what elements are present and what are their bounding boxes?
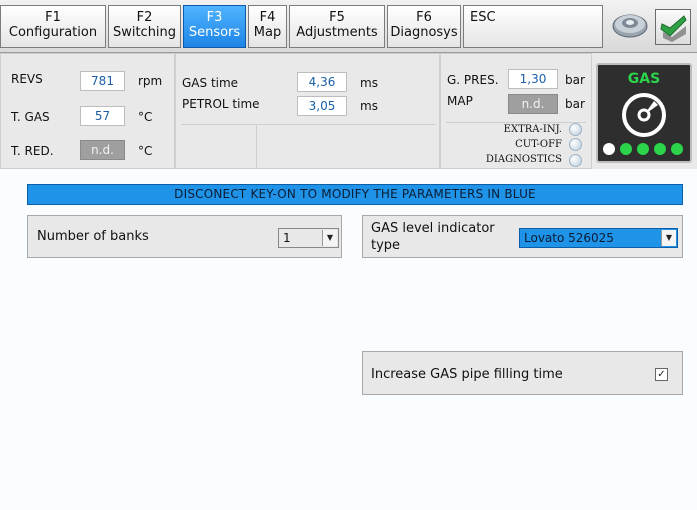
- gas-level-select[interactable]: Lovato 526025 ▼: [519, 228, 678, 248]
- banks-select-value: 1: [283, 231, 291, 245]
- gas-switch-icon: [622, 93, 666, 137]
- extra-inj-label: EXTRA-INJ.: [503, 124, 562, 135]
- gas-level-select-value: Lovato 526025: [524, 231, 614, 245]
- tab-key: F3: [206, 10, 223, 25]
- confirm-button[interactable]: [655, 9, 691, 45]
- gas-level-indicator-row: GAS level indicator type Lovato 526025 ▼: [362, 215, 683, 258]
- petrol-time-value: 3,05: [297, 96, 347, 116]
- pressure-group: G. PRES. 1,30 bar MAP n.d. bar EXTRA-INJ…: [440, 53, 592, 169]
- t-gas-label: T. GAS: [11, 110, 50, 124]
- pipe-filling-row: Increase GAS pipe filling time ✓: [362, 351, 683, 395]
- revs-unit: rpm: [138, 74, 163, 88]
- cut-off-label: CUT-OFF: [515, 139, 562, 150]
- tab-map[interactable]: F4 Map: [248, 5, 287, 48]
- tab-label: Map: [253, 25, 282, 40]
- banks-label: Number of banks: [37, 229, 149, 244]
- gas-level-label-line2: type: [371, 238, 401, 253]
- diagnostics-led: [569, 154, 582, 167]
- level-dot-5: [671, 143, 683, 155]
- checkmark-icon: [660, 15, 687, 42]
- tab-diagnosys[interactable]: F6 Diagnosys: [387, 5, 461, 48]
- tab-esc[interactable]: ESC: [463, 5, 603, 48]
- level-dot-4: [654, 143, 666, 155]
- cut-off-led: [569, 138, 582, 151]
- gas-time-label: GAS time: [182, 76, 239, 90]
- tab-adjustments[interactable]: F5 Adjustments: [289, 5, 385, 48]
- sensors-panel: REVS 781 rpm T. GAS 57 °C T. RED. n.d. °…: [0, 53, 697, 169]
- revs-label: REVS: [11, 72, 43, 86]
- chevron-down-icon: ▼: [661, 230, 676, 246]
- tab-configuration[interactable]: F1 Configuration: [0, 5, 106, 48]
- gas-time-unit: ms: [360, 76, 378, 90]
- divider: [446, 122, 586, 123]
- diagnostics-label: DIAGNOSTICS: [485, 154, 562, 165]
- chevron-down-icon: ▼: [322, 230, 337, 246]
- tab-key: ESC: [470, 10, 496, 25]
- pipe-filling-label: Increase GAS pipe filling time: [371, 367, 563, 382]
- injection-time-group: GAS time 4,36 ms PETROL time 3,05 ms: [175, 53, 440, 169]
- tab-key: F4: [259, 10, 276, 25]
- petrol-time-label: PETROL time: [182, 97, 260, 111]
- tab-sensors[interactable]: F3 Sensors: [183, 5, 246, 48]
- extra-inj-led: [569, 123, 582, 136]
- petrol-time-unit: ms: [360, 99, 378, 113]
- g-pres-unit: bar: [565, 73, 585, 87]
- tab-key: F2: [136, 10, 153, 25]
- number-of-banks-row: Number of banks 1 ▼: [27, 215, 342, 258]
- tab-switching[interactable]: F2 Switching: [108, 5, 181, 48]
- tab-key: F5: [329, 10, 345, 25]
- gas-level-label-line1: GAS level indicator: [371, 221, 495, 236]
- tab-label: Configuration: [8, 25, 98, 40]
- map-label: MAP: [447, 94, 473, 108]
- tab-label: Diagnosys: [390, 25, 458, 40]
- divider: [181, 124, 436, 125]
- divider: [256, 124, 257, 169]
- info-banner: DISCONECT KEY-ON TO MODIFY THE PARAMETER…: [27, 184, 683, 205]
- banks-select[interactable]: 1 ▼: [278, 228, 339, 248]
- tab-label: Sensors: [188, 25, 241, 40]
- g-pres-label: G. PRES.: [447, 73, 499, 87]
- tab-label: Switching: [112, 25, 177, 40]
- gas-status-label: GAS: [627, 71, 661, 87]
- engine-sensors-group: REVS 781 rpm T. GAS 57 °C T. RED. n.d. °…: [0, 53, 175, 169]
- gas-status-display[interactable]: GAS: [596, 63, 692, 163]
- map-value: n.d.: [508, 94, 558, 114]
- level-dot-1: [603, 143, 615, 155]
- t-gas-value: 57: [80, 106, 125, 126]
- level-dot-3: [637, 143, 649, 155]
- tab-key: F6: [416, 10, 432, 25]
- g-pres-value: 1,30: [508, 69, 558, 89]
- revs-value: 781: [80, 71, 125, 91]
- function-tab-bar: F1 Configuration F2 Switching F3 Sensors…: [0, 0, 697, 53]
- pipe-filling-checkbox[interactable]: ✓: [655, 368, 668, 381]
- t-gas-unit: °C: [138, 110, 153, 124]
- t-red-label: T. RED.: [11, 144, 54, 158]
- map-unit: bar: [565, 97, 585, 111]
- gas-time-value: 4,36: [297, 72, 347, 92]
- tab-key: F1: [45, 10, 61, 25]
- t-red-unit: °C: [138, 144, 153, 158]
- tab-label: Adjustments: [296, 25, 378, 40]
- level-dot-2: [620, 143, 632, 155]
- disc-icon[interactable]: [611, 10, 649, 40]
- t-red-value: n.d.: [80, 140, 125, 160]
